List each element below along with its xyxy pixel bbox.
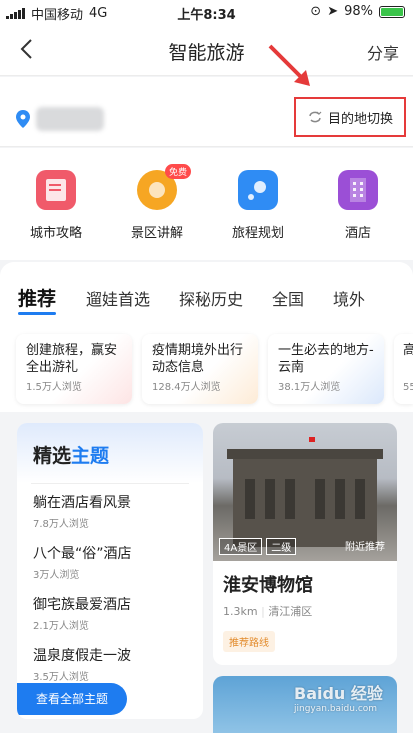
share-button[interactable]: 分享 — [367, 40, 399, 64]
page-title: 智能旅游 — [168, 42, 245, 64]
quick-audio-guide[interactable]: 免费 景区讲解 — [117, 164, 197, 241]
quick-entry-row: 城市攻略 免费 景区讲解 旅程规划 酒店 — [0, 148, 413, 260]
quick-route-plan[interactable]: 旅程规划 — [218, 170, 298, 241]
rec-card[interactable]: 高 55 — [394, 334, 413, 404]
quick-city-guide-label: 城市攻略 — [29, 226, 82, 241]
scenic-level-badge: 4A景区 — [219, 538, 263, 555]
theme-heading: 精选主题 — [17, 423, 203, 483]
audio-guide-icon: 免费 — [137, 164, 191, 210]
rec-card[interactable]: 一生必去的地方-云南 38.1万人浏览 — [268, 334, 384, 404]
rec-card-title: 疫情期境外出行动态信息 — [152, 343, 244, 375]
rec-card-title: 高 — [403, 343, 413, 358]
poi-card[interactable]: 4A景区 二级 附近推荐 淮安博物馆 1.3km | 清江浦区 推荐路线 — [213, 423, 397, 665]
quick-audio-guide-label: 景区讲解 — [130, 226, 183, 241]
theme-item-title: 御宅族最爱酒店 — [33, 597, 131, 613]
quick-hotel[interactable]: 酒店 — [318, 170, 398, 241]
rec-card-title: 创建旅程，赢安全出游礼 — [26, 343, 118, 375]
view-all-themes-button[interactable]: 查看全部主题 — [17, 683, 127, 715]
theme-item-views: 3.5万人浏览 — [33, 672, 89, 683]
theme-item[interactable]: 温泉度假走一波 3.5万人浏览 — [17, 632, 203, 683]
theme-item[interactable]: 御宅族最爱酒店 2.1万人浏览 — [17, 581, 203, 632]
theme-item-views: 7.8万人浏览 — [33, 519, 89, 530]
rec-card-views: 38.1万人浏览 — [278, 382, 341, 393]
free-badge: 免费 — [164, 164, 191, 179]
flag-shape — [309, 437, 315, 442]
poi-card-next[interactable] — [213, 676, 397, 733]
tab-recommend[interactable]: 推荐 — [18, 284, 56, 311]
rec-card-views: 128.4万人浏览 — [152, 382, 221, 393]
grade-badge: 二级 — [266, 538, 297, 555]
location-bar: 目的地切换 — [0, 77, 413, 147]
rec-card[interactable]: 创建旅程，赢安全出游礼 1.5万人浏览 — [16, 334, 132, 404]
battery-percent: 98% — [344, 4, 373, 19]
poi-name: 淮安博物馆 — [223, 575, 313, 596]
rec-card[interactable]: 疫情期境外出行动态信息 128.4万人浏览 — [142, 334, 258, 404]
nearby-label: 附近推荐 — [345, 542, 385, 553]
featured-theme-card: 精选主题 躺在酒店看风景 7.8万人浏览 八个最“俗”酒店 3万人浏览 御宅族最… — [17, 423, 203, 719]
recommended-route-tag[interactable]: 推荐路线 — [223, 631, 275, 652]
poi-district: 清江浦区 — [268, 605, 313, 618]
destination-switch-label: 目的地切换 — [327, 111, 393, 127]
theme-item-views: 3万人浏览 — [33, 570, 80, 581]
poi-distance: 1.3km — [223, 605, 258, 618]
status-bar: 中国移动 4G 上午8:34 ⊙ ➤ 98% — [0, 0, 413, 24]
rec-card-views: 1.5万人浏览 — [26, 382, 82, 393]
rec-card-title: 一生必去的地方-云南 — [278, 343, 374, 375]
theme-heading-b: 主题 — [71, 445, 110, 467]
guide-book-icon — [36, 170, 76, 210]
location-arrow-icon: ➤ — [327, 4, 339, 19]
hotel-icon — [338, 170, 378, 210]
theme-item-title: 温泉度假走一波 — [33, 648, 131, 664]
theme-item[interactable]: 躺在酒店看风景 7.8万人浏览 — [17, 484, 203, 530]
category-tabs: 推荐 遛娃首选 探秘历史 全国 境外 — [0, 262, 413, 322]
poi-meta: 1.3km | 清江浦区 — [223, 605, 313, 618]
destination-switch-button[interactable]: 目的地切换 — [294, 97, 406, 137]
theme-heading-a: 精选 — [33, 445, 72, 467]
theme-item-title: 躺在酒店看风景 — [33, 495, 131, 511]
tab-history[interactable]: 探秘历史 — [179, 286, 243, 310]
theme-item-title: 八个最“俗”酒店 — [33, 546, 132, 562]
battery-icon — [379, 5, 405, 18]
rec-card-views: 55 — [403, 382, 413, 393]
blurred-location-name[interactable] — [36, 107, 104, 131]
active-tab-indicator — [18, 312, 56, 315]
recommend-card-row: 创建旅程，赢安全出游礼 1.5万人浏览 疫情期境外出行动态信息 128.4万人浏… — [0, 322, 413, 412]
quick-city-guide[interactable]: 城市攻略 — [16, 170, 96, 241]
switch-arrows-icon — [309, 111, 322, 123]
poi-photo: 4A景区 二级 附近推荐 — [213, 423, 397, 561]
theme-item-views: 2.1万人浏览 — [33, 621, 89, 632]
quick-route-plan-label: 旅程规划 — [231, 226, 284, 241]
route-plan-icon — [238, 170, 278, 210]
tab-kids[interactable]: 遛娃首选 — [86, 286, 150, 310]
tab-national[interactable]: 全国 — [272, 286, 304, 310]
theme-item[interactable]: 八个最“俗”酒店 3万人浏览 — [17, 530, 203, 581]
museum-building — [227, 449, 383, 547]
nav-bar: 智能旅游 分享 — [0, 24, 413, 76]
tab-overseas[interactable]: 境外 — [333, 286, 365, 310]
lock-rotation-icon: ⊙ — [310, 4, 322, 19]
location-pin-icon — [16, 110, 30, 128]
quick-hotel-label: 酒店 — [344, 226, 371, 241]
